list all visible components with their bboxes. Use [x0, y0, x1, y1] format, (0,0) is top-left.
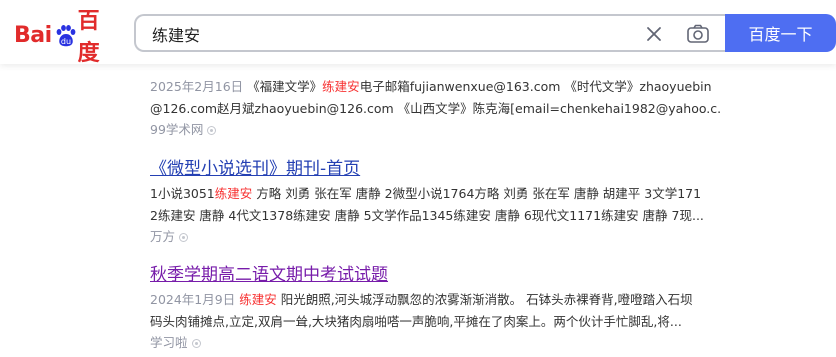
source-info-icon[interactable] [179, 232, 189, 242]
source-name[interactable]: 学习啦 [150, 333, 188, 353]
result-title-link[interactable]: 《微型小说选刊》期刊-首页 [150, 154, 720, 179]
snippet-highlight: 练建安 [214, 186, 253, 201]
snippet-line-2: 2练建安 唐静 4代文1378练建安 唐静 5文学作品1345练建安 唐静 6现… [150, 208, 704, 223]
search-input[interactable] [150, 16, 634, 52]
snippet-highlight: 练建安 [239, 292, 277, 307]
snippet-seg: 方略 刘勇 张在军 唐静 2微型小说1764方略 刘勇 张在军 唐静 胡建平 3… [252, 186, 702, 201]
close-icon[interactable] [642, 22, 666, 46]
snippet-highlight: 练建安 [322, 79, 360, 94]
result-title-link[interactable]: 秋季学期高二语文期中考试试题 [150, 260, 720, 285]
search-result: 《微型小说选刊》期刊-首页 1小说3051练建安 方略 刘勇 张在军 唐静 2微… [150, 154, 720, 247]
source-name[interactable]: 万方 [150, 227, 175, 247]
search-box [134, 14, 726, 52]
snippet-seg: 《福建文学》 [247, 79, 323, 94]
source-info-icon[interactable] [191, 338, 201, 348]
search-result: 2025年2月16日 《福建文学》练建安电子邮箱fujianwenxue@163… [150, 54, 720, 140]
snippet-seg: 电子邮箱fujianwenxue@163.com 《时代文学》zhaoyuebi… [359, 79, 712, 94]
result-snippet: 2024年1月9日 练建安 阳光朗照,河头城浮动飘忽的浓雾渐渐消散。 石钵头赤裸… [150, 289, 720, 333]
logo-bai: Bai [14, 22, 52, 48]
source-info-icon[interactable] [207, 125, 217, 135]
baidu-logo[interactable]: Bai du 百度 [14, 9, 120, 66]
result-snippet: 2025年2月16日 《福建文学》练建安电子邮箱fujianwenxue@163… [150, 64, 720, 120]
result-source[interactable]: 99学术网 [150, 120, 720, 140]
result-source[interactable]: 学习啦 [150, 333, 720, 353]
snippet-line-2: @126.com赵月斌zhaoyuebin@126.com 《山西文学》陈克海[… [150, 101, 720, 116]
source-name[interactable]: 99学术网 [150, 120, 203, 140]
result-date: 2024年1月9日 [150, 292, 236, 307]
logo-du: du [61, 37, 71, 46]
result-snippet: 1小说3051练建安 方略 刘勇 张在军 唐静 2微型小说1764方略 刘勇 张… [150, 183, 720, 227]
snippet-line-2: 码头肉铺摊点,立定,双肩一耸,大块猪肉扇啪嗒一声脆响,平摊在了肉案上。两个伙计手… [150, 314, 682, 329]
search-result: 秋季学期高二语文期中考试试题 2024年1月9日 练建安 阳光朗照,河头城浮动飘… [150, 260, 720, 353]
snippet-seg: 阳光朗照,河头城浮动飘忽的浓雾渐渐消散。 石钵头赤裸脊背,噔噔踏入石坝 [276, 292, 693, 307]
camera-icon[interactable] [685, 22, 711, 46]
result-source[interactable]: 万方 [150, 227, 720, 247]
top-search-bar: Bai du 百度 练建安 百度一下 [0, 0, 836, 66]
search-button[interactable]: 百度一下 [725, 14, 836, 52]
page: 2025年2月16日 《福建文学》练建安电子邮箱fujianwenxue@163… [0, 0, 836, 357]
baidu-paw-icon: du [54, 24, 76, 47]
result-date: 2025年2月16日 [150, 79, 244, 94]
logo-chinese: 百度 [77, 9, 100, 66]
snippet-seg: 1小说3051 [150, 186, 215, 201]
